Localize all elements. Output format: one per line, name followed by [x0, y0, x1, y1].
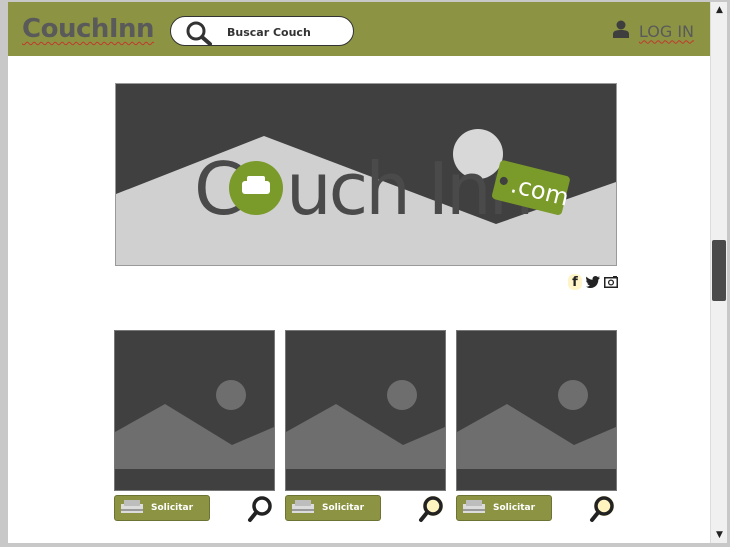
request-button-label: Solicitar	[151, 503, 194, 513]
request-button[interactable]: Solicitar	[114, 495, 210, 521]
request-button[interactable]: Solicitar	[456, 495, 552, 521]
listing-card: Solicitar	[114, 330, 275, 524]
listing-image-placeholder[interactable]	[114, 330, 275, 491]
scroll-down-arrow-icon[interactable]: ▼	[711, 527, 728, 543]
search-box[interactable]	[170, 16, 354, 46]
scroll-up-arrow-icon[interactable]: ▲	[711, 2, 728, 18]
request-button[interactable]: Solicitar	[285, 495, 381, 521]
login-link[interactable]: LOG IN	[612, 20, 694, 42]
scroll-thumb[interactable]	[712, 240, 726, 301]
login-label[interactable]: LOG IN	[639, 22, 694, 41]
sofa-icon	[292, 499, 314, 518]
zoom-icon[interactable]	[416, 494, 446, 524]
search-icon[interactable]	[185, 20, 215, 50]
listing-card: Solicitar	[285, 330, 446, 524]
listing-image-placeholder[interactable]	[285, 330, 446, 491]
sofa-icon	[121, 499, 143, 518]
sofa-icon	[463, 499, 485, 518]
request-button-label: Solicitar	[322, 503, 365, 513]
top-header: CouchInn LOG IN	[8, 2, 710, 56]
site-logo[interactable]: CouchInn	[22, 14, 155, 44]
listing-image-placeholder[interactable]	[456, 330, 617, 491]
hero-banner: C uch Inn .com	[115, 83, 617, 266]
zoom-icon[interactable]	[587, 494, 617, 524]
request-button-label: Solicitar	[493, 503, 536, 513]
user-icon	[612, 20, 629, 42]
instagram-icon[interactable]	[604, 274, 618, 290]
zoom-icon[interactable]	[245, 494, 275, 524]
page-viewport: CouchInn LOG IN	[8, 2, 710, 543]
search-input[interactable]	[227, 22, 345, 42]
vertical-scrollbar[interactable]: ▲ ▼	[710, 2, 727, 543]
facebook-icon[interactable]: f	[568, 274, 582, 290]
twitter-icon[interactable]	[586, 274, 600, 290]
social-links: f	[568, 274, 618, 290]
listing-card: Solicitar	[456, 330, 617, 524]
